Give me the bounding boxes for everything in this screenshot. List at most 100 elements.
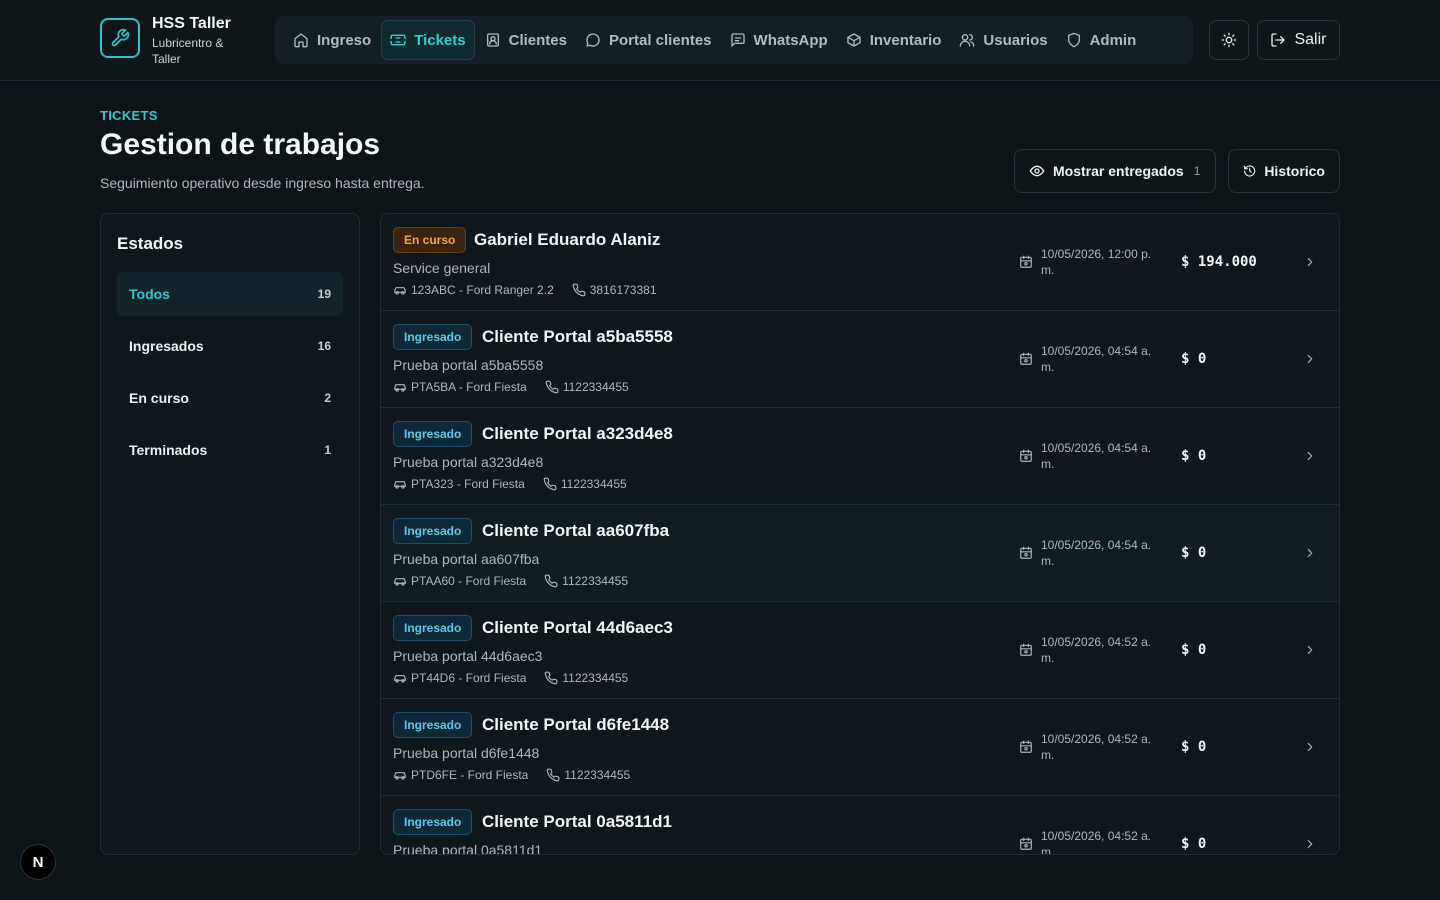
nav-item-label: WhatsApp	[753, 31, 828, 49]
ticket-date-text: 10/05/2026, 04:52 a. m.	[1041, 829, 1152, 855]
status-badge: Ingresado	[393, 712, 473, 738]
state-label: En curso	[129, 390, 189, 406]
nav-item-label: Portal clientes	[608, 31, 712, 49]
show-delivered-label: Mostrar entregados	[1053, 163, 1184, 179]
ticket-vehicle: PTD6FE - Ford Fiesta	[411, 768, 529, 782]
ticket-date-text: 10/05/2026, 04:54 a. m.	[1041, 344, 1152, 374]
top-bar: HSS Taller Lubricentro & Taller Ingreso …	[0, 0, 1440, 81]
history-icon	[1244, 165, 1256, 177]
nav-item-label: Inventario	[869, 31, 942, 49]
ticket-date-text: 10/05/2026, 04:54 a. m.	[1041, 441, 1152, 471]
ticket-row[interactable]: En curso Gabriel Eduardo Alaniz Service …	[381, 214, 1339, 311]
status-sidebar: Estados Todos 19 Ingresados 16 En curso …	[100, 213, 360, 855]
ticket-icon	[390, 34, 407, 46]
state-item-ingresados[interactable]: Ingresados 16	[117, 324, 343, 368]
ticket-date-text: 10/05/2026, 12:00 p. m.	[1041, 247, 1152, 277]
show-delivered-button[interactable]: Mostrar entregados 1	[1014, 149, 1216, 193]
calendar-clock-icon	[1020, 352, 1032, 365]
shield-icon	[1067, 32, 1080, 48]
history-label: Historico	[1264, 163, 1325, 179]
status-badge: En curso	[393, 227, 467, 253]
car-icon	[394, 481, 406, 489]
ticket-description: Prueba portal d6fe1448	[393, 745, 540, 761]
nav-item-admin[interactable]: Admin	[1058, 20, 1145, 60]
chevron-right-icon	[1307, 257, 1313, 267]
ticket-vehicle: 123ABC - Ford Ranger 2.2	[411, 283, 554, 297]
ticket-list: En curso Gabriel Eduardo Alaniz Service …	[380, 213, 1340, 855]
ticket-meta: 123ABC - Ford Ranger 2.2 3816173381	[393, 283, 657, 297]
car-icon	[394, 384, 406, 392]
brand[interactable]: HSS Taller Lubricentro & Taller	[100, 15, 242, 67]
nav-item-label: Ingreso	[317, 31, 372, 49]
theme-toggle-button[interactable]	[1209, 20, 1249, 60]
car-icon	[394, 578, 406, 586]
nav-item-label: Tickets	[414, 31, 466, 49]
box-icon	[847, 33, 861, 47]
nav-item-usuarios[interactable]: Usuarios	[951, 20, 1055, 60]
dev-tools-button[interactable]: N	[20, 844, 56, 880]
ticket-description: Prueba portal a323d4e8	[393, 454, 544, 470]
home-icon	[294, 33, 308, 48]
page-subtitle: Seguimiento operativo desde ingreso hast…	[100, 175, 425, 191]
logout-icon	[1271, 33, 1286, 47]
ticket-vehicle: PTA323 - Ford Fiesta	[411, 477, 525, 491]
brand-title: HSS Taller	[152, 15, 231, 32]
history-button[interactable]: Historico	[1228, 149, 1340, 193]
state-item-todos[interactable]: Todos 19	[117, 272, 343, 316]
ticket-meta: PTA323 - Ford Fiesta 1122334455	[393, 477, 627, 491]
ticket-row[interactable]: Ingresado Cliente Portal 44d6aec3 Prueba…	[381, 602, 1339, 699]
nav-item-inventario[interactable]: Inventario	[838, 20, 950, 60]
ticket-amount: $ 0	[1181, 836, 1207, 852]
ticket-date: 10/05/2026, 04:54 a. m.	[1019, 440, 1163, 472]
sidebar-title: Estados	[117, 234, 184, 253]
nav-item-portal-clientes[interactable]: Portal clientes	[577, 20, 720, 60]
phone-icon	[545, 380, 559, 394]
car-icon	[394, 772, 406, 780]
state-item-terminados[interactable]: Terminados 1	[117, 428, 343, 472]
ticket-date: 10/05/2026, 04:52 a. m.	[1019, 731, 1163, 763]
ticket-phone: 1122334455	[562, 574, 629, 588]
ticket-phone: 1122334455	[562, 671, 629, 685]
logout-button[interactable]: Salir	[1257, 20, 1340, 60]
ticket-row[interactable]: Ingresado Cliente Portal 0a5811d1 Prueba…	[381, 796, 1339, 855]
nav-item-label: Usuarios	[983, 31, 1048, 49]
phone-icon	[547, 768, 560, 782]
ticket-description: Prueba portal a5ba5558	[393, 357, 544, 373]
ticket-client-name: Cliente Portal a323d4e8	[482, 424, 673, 443]
status-badge: Ingresado	[393, 324, 473, 350]
nav-item-whatsapp[interactable]: WhatsApp	[722, 20, 836, 60]
ticket-row[interactable]: Ingresado Cliente Portal d6fe1448 Prueba…	[381, 699, 1339, 796]
contact-icon	[486, 33, 499, 47]
chevron-right-icon	[1307, 548, 1313, 558]
ticket-row[interactable]: Ingresado Cliente Portal a5ba5558 Prueba…	[381, 311, 1339, 408]
ticket-amount: $ 194.000	[1181, 254, 1257, 270]
dev-tools-label: N	[32, 853, 44, 871]
ticket-description: Prueba portal aa607fba	[393, 551, 540, 567]
state-item-en-curso[interactable]: En curso 2	[117, 376, 343, 420]
ticket-meta: PTA5BA - Ford Fiesta 1122334455	[393, 380, 629, 394]
ticket-phone: 3816173381	[589, 283, 657, 297]
phone-icon	[572, 283, 586, 297]
logout-label: Salir	[1294, 31, 1327, 48]
nav-item-tickets[interactable]: Tickets	[381, 20, 475, 60]
ticket-row[interactable]: Ingresado Cliente Portal a323d4e8 Prueba…	[381, 408, 1339, 505]
state-count: 2	[324, 391, 331, 405]
sun-icon	[1221, 32, 1237, 48]
ticket-row[interactable]: Ingresado Cliente Portal aa607fba Prueba…	[381, 505, 1339, 602]
phone-icon	[545, 671, 558, 685]
ticket-phone: 1122334455	[562, 380, 629, 394]
status-badge: Ingresado	[393, 809, 473, 835]
ticket-date: 10/05/2026, 04:54 a. m.	[1019, 537, 1163, 569]
chevron-right-icon	[1307, 742, 1313, 752]
nav-item-ingreso[interactable]: Ingreso	[285, 20, 379, 60]
phone-icon	[544, 574, 558, 588]
ticket-meta: PTAA60 - Ford Fiesta 1122334455	[393, 574, 628, 588]
ticket-meta: PT44D6 - Ford Fiesta 1122334455	[393, 671, 628, 685]
ticket-description: Prueba portal 0a5811d1	[393, 842, 543, 855]
ticket-phone: 1122334455	[564, 768, 631, 782]
car-icon	[394, 287, 406, 295]
nav-item-clientes[interactable]: Clientes	[477, 20, 575, 60]
state-label: Todos	[129, 286, 170, 302]
state-label: Ingresados	[129, 338, 204, 354]
state-count: 19	[317, 287, 331, 301]
